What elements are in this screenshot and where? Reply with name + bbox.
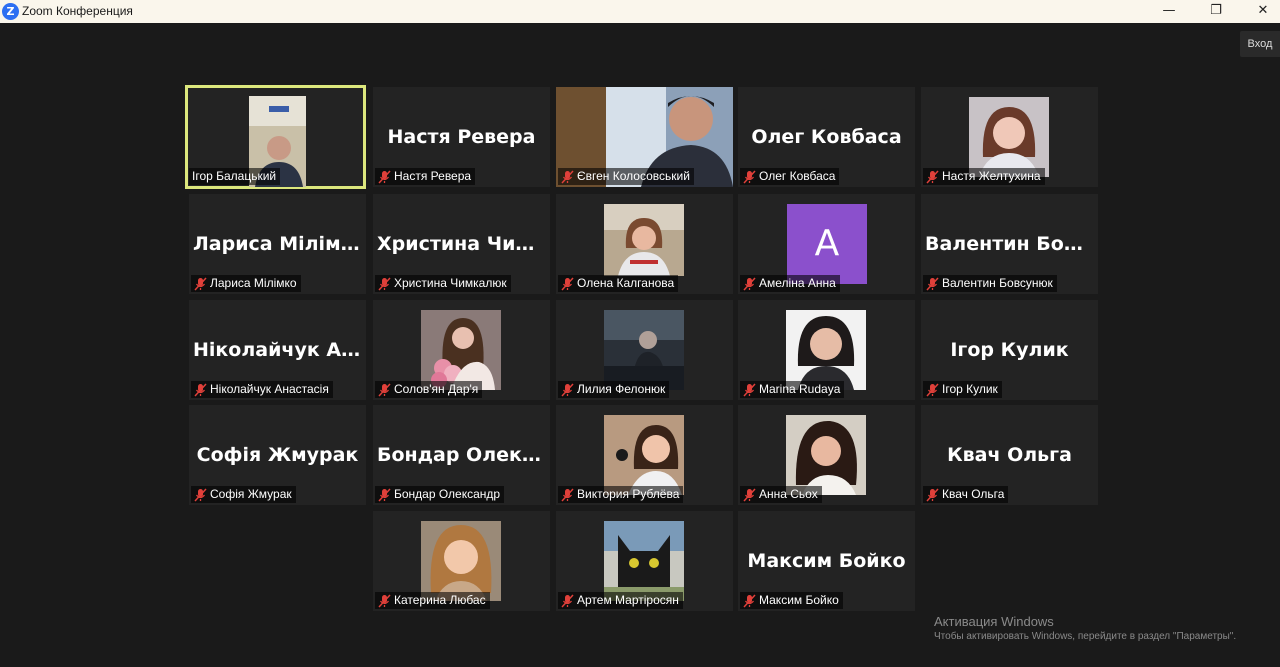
- participant-video: [604, 204, 684, 276]
- participant-photo: [786, 310, 866, 390]
- participant-tile[interactable]: Софія Жмурак Софія Жмурак: [189, 405, 366, 505]
- window-title: Zoom Конференция: [22, 4, 133, 18]
- participant-display-name: Настя Ревера: [387, 126, 536, 148]
- participant-display-name: Ігор Кулик: [950, 339, 1069, 361]
- enter-button[interactable]: Вход: [1240, 31, 1280, 57]
- participant-tile[interactable]: Артем Мартіросян: [556, 511, 733, 611]
- participant-tile[interactable]: Христина Чим... Христина Чимкалюк: [373, 194, 550, 294]
- participant-name-label: Христина Чимкалюк: [375, 275, 511, 292]
- activation-watermark-title: Активация Windows: [934, 614, 1054, 629]
- participant-tile[interactable]: Солов'ян Дар'я: [373, 300, 550, 400]
- mic-muted-icon: [561, 382, 574, 397]
- participant-tile[interactable]: Квач Ольга Квач Ольга: [921, 405, 1098, 505]
- participant-name-label: Виктория Рублёва: [558, 486, 684, 503]
- mic-muted-icon: [561, 169, 574, 184]
- participant-tile[interactable]: Ігор Балацький: [185, 85, 366, 189]
- close-button[interactable]: ✕: [1241, 0, 1280, 23]
- participant-tile[interactable]: Олег Ковбаса Олег Ковбаса: [738, 87, 915, 187]
- mic-muted-icon: [743, 487, 756, 502]
- participant-tile[interactable]: Євген Колосовський: [556, 87, 733, 187]
- participant-display-name: Квач Ольга: [947, 444, 1072, 466]
- participant-name-label: Анна Сьох: [740, 486, 822, 503]
- mic-muted-icon: [743, 593, 756, 608]
- restore-button[interactable]: ❐: [1194, 0, 1238, 23]
- participant-display-name: Христина Чим...: [377, 233, 546, 255]
- mic-muted-icon: [561, 276, 574, 291]
- participant-name-label: Настя Ревера: [375, 168, 476, 185]
- participant-tile[interactable]: Лариса Мілімко Лариса Мілімко: [189, 194, 366, 294]
- participant-photo: [421, 310, 501, 390]
- mic-muted-icon: [378, 276, 391, 291]
- participant-tile[interactable]: Катерина Любас: [373, 511, 550, 611]
- participant-name-label: Настя Желтухина: [923, 168, 1045, 185]
- participant-display-name: Максим Бойко: [747, 550, 906, 572]
- participant-photo: [604, 521, 684, 601]
- participant-tile[interactable]: Marina Rudaya: [738, 300, 915, 400]
- mic-muted-icon: [926, 487, 939, 502]
- mic-muted-icon: [378, 593, 391, 608]
- participant-photo: [969, 97, 1049, 177]
- participant-name-label: Амеліна Анна: [740, 275, 840, 292]
- mic-muted-icon: [926, 382, 939, 397]
- participant-tile[interactable]: Лилия Фелонюк: [556, 300, 733, 400]
- participant-name-label: Бондар Олександр: [375, 486, 505, 503]
- participant-display-name: Ніколайчук Ан...: [193, 339, 362, 361]
- participant-tile[interactable]: Настя Ревера Настя Ревера: [373, 87, 550, 187]
- participant-name-label: Олена Калганова: [558, 275, 679, 292]
- mic-muted-icon: [926, 169, 939, 184]
- mic-muted-icon: [561, 593, 574, 608]
- participant-display-name: Олег Ковбаса: [751, 126, 902, 148]
- participant-tile[interactable]: Олена Калганова: [556, 194, 733, 294]
- participant-name-label: Катерина Любас: [375, 592, 490, 609]
- participant-name-label: Софія Жмурак: [191, 486, 296, 503]
- participant-photo: [786, 415, 866, 495]
- mic-muted-icon: [743, 382, 756, 397]
- participant-name-label: Євген Колосовський: [558, 168, 694, 185]
- participant-name-label: Солов'ян Дар'я: [375, 381, 483, 398]
- participant-name-label: Ніколайчук Анастасія: [191, 381, 333, 398]
- participant-display-name: Валентин Бовс...: [925, 233, 1094, 255]
- minimize-button[interactable]: —: [1147, 0, 1191, 23]
- mic-muted-icon: [194, 276, 207, 291]
- participant-tile[interactable]: Ігор Кулик Ігор Кулик: [921, 300, 1098, 400]
- participant-name-label: Валентин Бовсунюк: [923, 275, 1057, 292]
- mic-muted-icon: [378, 382, 391, 397]
- participant-photo: [421, 521, 501, 601]
- mic-muted-icon: [378, 169, 391, 184]
- participant-name-label: Лилия Фелонюк: [558, 381, 670, 398]
- participant-name-label: Олег Ковбаса: [740, 168, 840, 185]
- participant-name-label: Артем Мартіросян: [558, 592, 683, 609]
- participant-name-label: Ігор Кулик: [923, 381, 1002, 398]
- zoom-icon: Z: [2, 3, 19, 20]
- mic-muted-icon: [743, 169, 756, 184]
- avatar: A: [787, 204, 867, 284]
- participant-name-label: Marina Rudaya: [740, 381, 845, 398]
- mic-muted-icon: [194, 382, 207, 397]
- mic-muted-icon: [743, 276, 756, 291]
- participant-tile[interactable]: Бондар Олекса... Бондар Олександр: [373, 405, 550, 505]
- participant-name-label: Лариса Мілімко: [191, 275, 301, 292]
- participant-name-label: Квач Ольга: [923, 486, 1009, 503]
- mic-muted-icon: [378, 487, 391, 502]
- participant-display-name: Бондар Олекса...: [377, 444, 546, 466]
- participant-tile[interactable]: Валентин Бовс... Валентин Бовсунюк: [921, 194, 1098, 294]
- mic-muted-icon: [194, 487, 207, 502]
- participant-tile[interactable]: Ніколайчук Ан... Ніколайчук Анастасія: [189, 300, 366, 400]
- mic-muted-icon: [561, 487, 574, 502]
- participant-photo: [604, 415, 684, 495]
- participant-display-name: Софія Жмурак: [196, 444, 359, 466]
- participant-tile[interactable]: Виктория Рублёва: [556, 405, 733, 505]
- participant-name-label: Максим Бойко: [740, 592, 843, 609]
- participant-name-label: Ігор Балацький: [189, 168, 281, 185]
- title-bar: Z Zoom Конференция — ❐ ✕: [0, 0, 1280, 23]
- participant-photo: [604, 310, 684, 390]
- participant-tile[interactable]: Настя Желтухина: [921, 87, 1098, 187]
- participant-display-name: Лариса Мілімко: [193, 233, 362, 255]
- participant-tile[interactable]: Максим Бойко Максим Бойко: [738, 511, 915, 611]
- participant-tile[interactable]: Анна Сьох: [738, 405, 915, 505]
- participant-tile[interactable]: A Амеліна Анна: [738, 194, 915, 294]
- activation-watermark-subtitle: Чтобы активировать Windows, перейдите в …: [934, 631, 1237, 642]
- mic-muted-icon: [926, 276, 939, 291]
